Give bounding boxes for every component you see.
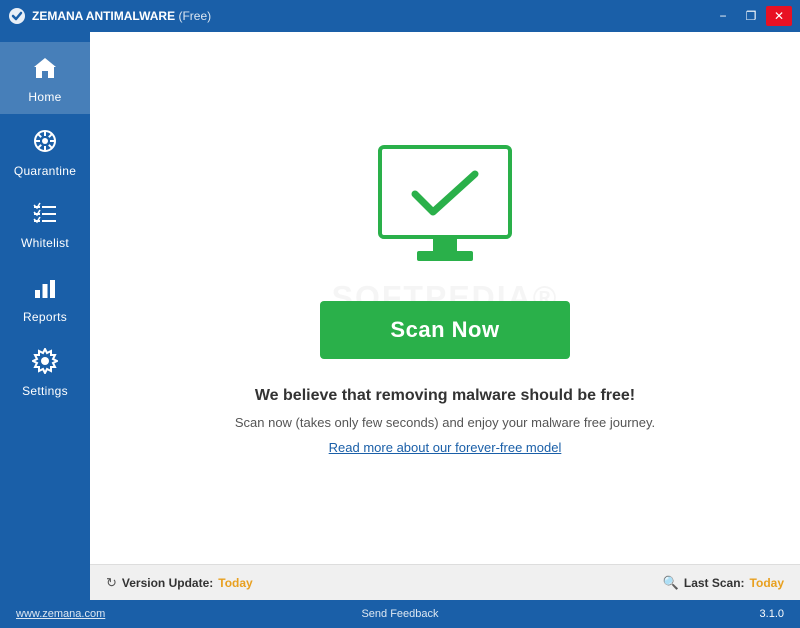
scan-now-button[interactable]: Scan Now (320, 301, 569, 359)
monitor-svg (365, 142, 525, 272)
app-icon (8, 7, 26, 25)
home-label: Home (28, 90, 61, 104)
app-body: Home Quarantine (0, 32, 800, 600)
version-value: Today (218, 576, 252, 590)
minimize-button[interactable]: − (710, 6, 736, 26)
version-label: Version Update: (122, 576, 213, 590)
last-scan-value: Today (750, 576, 784, 590)
search-icon: 🔍 (663, 575, 679, 591)
reports-label: Reports (23, 310, 67, 324)
last-scan-section: 🔍 Last Scan: Today (663, 575, 784, 591)
reports-icon (32, 274, 58, 304)
refresh-icon: ↻ (106, 575, 117, 591)
main-content: SOFTPEDIA® Scan Now We believe that remo… (90, 32, 800, 564)
app-title: ZEMANA ANTIMALWARE (Free) (32, 9, 211, 23)
quarantine-icon (32, 128, 58, 158)
status-bar: ↻ Version Update: Today 🔍 Last Scan: Tod… (90, 564, 800, 600)
home-icon (32, 56, 58, 84)
sidebar-item-reports[interactable]: Reports (0, 260, 90, 334)
sidebar-item-whitelist[interactable]: Whitelist (0, 188, 90, 260)
sidebar-item-home[interactable]: Home (0, 42, 90, 114)
app-logo: ZEMANA ANTIMALWARE (Free) (8, 7, 710, 25)
sidebar-item-quarantine[interactable]: Quarantine (0, 114, 90, 188)
sidebar: Home Quarantine (0, 32, 90, 600)
subtitle-text: Scan now (takes only few seconds) and en… (235, 415, 655, 430)
footer-bar: www.zemana.com Send Feedback 3.1.0 (0, 600, 800, 628)
sidebar-item-settings[interactable]: Settings (0, 334, 90, 408)
monitor-graphic (365, 142, 525, 277)
settings-icon (32, 348, 58, 378)
footer-website[interactable]: www.zemana.com (16, 608, 105, 620)
whitelist-icon (32, 202, 58, 230)
title-bar: ZEMANA ANTIMALWARE (Free) − ❐ ✕ (0, 0, 800, 32)
content-area: SOFTPEDIA® Scan Now We believe that remo… (90, 32, 800, 600)
last-scan-label: Last Scan: (684, 576, 745, 590)
forever-free-link[interactable]: Read more about our forever-free model (329, 440, 562, 455)
maximize-button[interactable]: ❐ (738, 6, 764, 26)
footer-feedback[interactable]: Send Feedback (361, 608, 438, 620)
footer-version: 3.1.0 (760, 608, 784, 620)
close-button[interactable]: ✕ (766, 6, 792, 26)
settings-label: Settings (22, 384, 68, 398)
quarantine-label: Quarantine (14, 164, 76, 178)
version-update-section: ↻ Version Update: Today (106, 575, 663, 591)
whitelist-label: Whitelist (21, 236, 69, 250)
window-controls: − ❐ ✕ (710, 6, 792, 26)
tagline-text: We believe that removing malware should … (255, 387, 635, 405)
